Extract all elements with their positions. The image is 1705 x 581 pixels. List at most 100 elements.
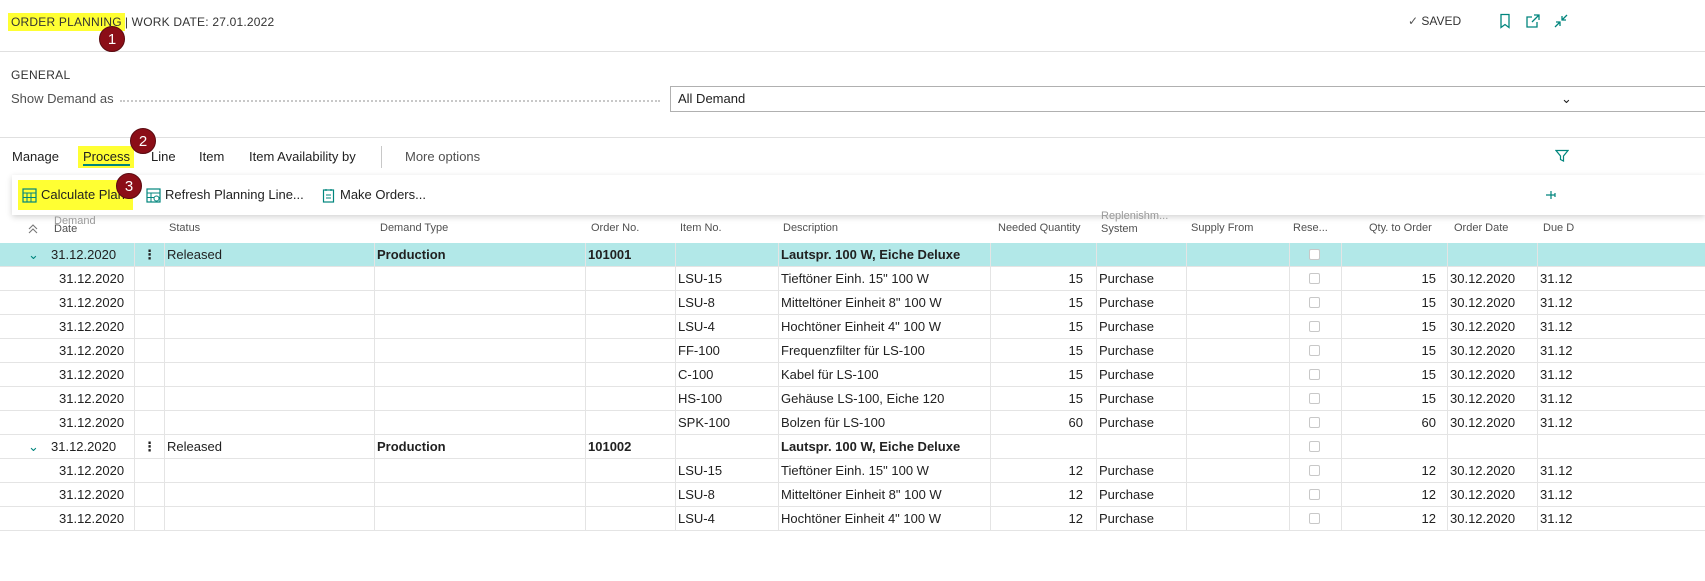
table-row[interactable]: 31.12.2020 LSU-15 Tieftöner Einh. 15" 100 … [0,459,1705,483]
demand-date-cell[interactable]: 31.12.2020 [59,315,131,338]
needed-qty-cell[interactable]: 15 [1000,315,1083,338]
reserve-checkbox[interactable] [1309,345,1320,356]
tab-manage[interactable]: Manage [12,148,59,166]
demand-date-cell[interactable]: 31.12.2020 [59,483,131,506]
reserve-checkbox[interactable] [1309,369,1320,380]
col-item-no[interactable]: Item No. [680,222,722,235]
show-demand-select[interactable]: All Demand ⌄ [670,86,1705,112]
table-row[interactable]: 31.12.2020 FF-100 Frequenzfilter für LS-10… [0,339,1705,363]
demand-date-cell[interactable]: 31.12.2020 [59,411,131,434]
col-reserve[interactable]: Rese... [1293,222,1328,235]
reserve-checkbox[interactable] [1309,273,1320,284]
item-no-cell[interactable]: LSU-8 [678,483,774,506]
tab-item[interactable]: Item [199,148,224,166]
order-date-cell[interactable]: 30.12.2020 [1450,291,1535,314]
reserve-checkbox[interactable] [1309,465,1320,476]
needed-qty-cell[interactable]: 15 [1000,267,1083,290]
qty-to-order-cell[interactable]: 60 [1346,411,1436,434]
needed-qty-cell[interactable]: 60 [1000,411,1083,434]
due-date-cell[interactable]: 31.12 [1540,411,1705,434]
bookmark-icon[interactable] [1497,13,1513,29]
reserve-checkbox[interactable] [1309,393,1320,404]
refresh-planning-button[interactable]: Refresh Planning Line... [146,182,304,208]
qty-to-order-cell[interactable]: 12 [1346,507,1436,530]
qty-to-order-cell[interactable]: 15 [1346,267,1436,290]
tab-item-availability[interactable]: Item Availability by [249,148,356,166]
reserve-checkbox[interactable] [1309,513,1320,524]
description-cell[interactable]: Tieftöner Einh. 15" 100 W [781,459,986,482]
due-date-cell[interactable]: 31.12 [1540,339,1705,362]
col-supply-from[interactable]: Supply From [1191,222,1253,235]
status-cell[interactable]: Released [167,435,367,458]
due-date-cell[interactable]: 31.12 [1540,387,1705,410]
order-date-cell[interactable]: 30.12.2020 [1450,411,1535,434]
chevron-down-icon[interactable]: ⌄ [1561,87,1572,111]
needed-qty-cell[interactable]: 15 [1000,339,1083,362]
qty-to-order-cell[interactable]: 15 [1346,363,1436,386]
col-status[interactable]: Status [169,222,200,235]
make-orders-button[interactable]: Make Orders... [321,182,426,208]
description-cell[interactable]: Mitteltöner Einheit 8" 100 W [781,483,986,506]
description-cell[interactable]: Lautspr. 100 W, Eiche Deluxe [781,243,986,266]
due-date-cell[interactable]: 31.12 [1540,315,1705,338]
tab-process[interactable]: Process [83,148,130,166]
demand-date-cell[interactable]: 31.12.2020 [59,507,131,530]
row-actions-icon[interactable]: ⋮ [143,243,155,266]
table-row-group[interactable]: ⌄ 31.12.2020 ⋮ Released Production 101001 Laut… [0,243,1705,267]
demand-date-cell[interactable]: 31.12.2020 [59,387,131,410]
collapse-icon[interactable] [1553,13,1569,29]
table-row[interactable]: 31.12.2020 LSU-8 Mitteltöner Einheit 8" 10… [0,291,1705,315]
pin-icon[interactable] [1545,188,1559,202]
due-date-cell[interactable]: 31.12 [1540,363,1705,386]
more-options-button[interactable]: More options [405,148,480,166]
description-cell[interactable]: Gehäuse LS-100, Eiche 120 [781,387,986,410]
col-order-date[interactable]: Order Date [1454,222,1508,235]
calculate-plan-button[interactable]: Calculate Plan [22,182,125,208]
description-cell[interactable]: Tieftöner Einh. 15" 100 W [781,267,986,290]
table-row[interactable]: 31.12.2020 LSU-8 Mitteltöner Einheit 8" 10… [0,483,1705,507]
description-cell[interactable]: Mitteltöner Einheit 8" 100 W [781,291,986,314]
item-no-cell[interactable]: SPK-100 [678,411,774,434]
needed-qty-cell[interactable]: 15 [1000,387,1083,410]
replenishment-cell[interactable]: Purchase [1099,507,1184,530]
due-date-cell[interactable]: 31.12 [1540,483,1705,506]
table-row[interactable]: 31.12.2020 SPK-100 Bolzen für LS-100 60 Purc… [0,411,1705,435]
reserve-checkbox[interactable] [1309,489,1320,500]
order-date-cell[interactable]: 30.12.2020 [1450,315,1535,338]
order-date-cell[interactable]: 30.12.2020 [1450,483,1535,506]
replenishment-cell[interactable]: Purchase [1099,315,1184,338]
order-date-cell[interactable]: 30.12.2020 [1450,363,1535,386]
replenishment-cell[interactable]: Purchase [1099,363,1184,386]
table-row[interactable]: 31.12.2020 LSU-4 Hochtöner Einheit 4" 100 … [0,507,1705,531]
demand-type-cell[interactable]: Production [377,435,577,458]
order-date-cell[interactable]: 30.12.2020 [1450,459,1535,482]
demand-date-cell[interactable]: 31.12.2020 [59,339,131,362]
order-date-cell[interactable]: 30.12.2020 [1450,507,1535,530]
replenishment-cell[interactable]: Purchase [1099,483,1184,506]
item-no-cell[interactable]: C-100 [678,363,774,386]
order-date-cell[interactable]: 30.12.2020 [1450,267,1535,290]
needed-qty-cell[interactable]: 12 [1000,507,1083,530]
filter-icon[interactable] [1555,149,1569,163]
replenishment-cell[interactable]: Purchase [1099,339,1184,362]
order-date-cell[interactable]: 30.12.2020 [1450,387,1535,410]
qty-to-order-cell[interactable]: 15 [1346,339,1436,362]
description-cell[interactable]: Kabel für LS-100 [781,363,986,386]
col-demand-type[interactable]: Demand Type [380,222,448,235]
due-date-cell[interactable]: 31.12 [1540,507,1705,530]
replenishment-cell[interactable]: Purchase [1099,267,1184,290]
replenishment-cell[interactable]: Purchase [1099,459,1184,482]
demand-date-cell[interactable]: 31.12.2020 [59,459,131,482]
replenishment-cell[interactable]: Purchase [1099,387,1184,410]
col-needed-qty[interactable]: Needed Quantity [998,222,1081,235]
due-date-cell[interactable]: 31.12 [1540,267,1705,290]
due-date-cell[interactable]: 31.12 [1540,459,1705,482]
description-cell[interactable]: Frequenzfilter für LS-100 [781,339,986,362]
reserve-checkbox[interactable] [1309,417,1320,428]
qty-to-order-cell[interactable]: 15 [1346,387,1436,410]
tab-line[interactable]: Line [151,148,176,166]
reserve-checkbox[interactable] [1309,297,1320,308]
qty-to-order-cell[interactable]: 12 [1346,459,1436,482]
order-no-cell[interactable]: 101002 [588,435,672,458]
demand-date-cell[interactable]: 31.12.2020 [59,267,131,290]
